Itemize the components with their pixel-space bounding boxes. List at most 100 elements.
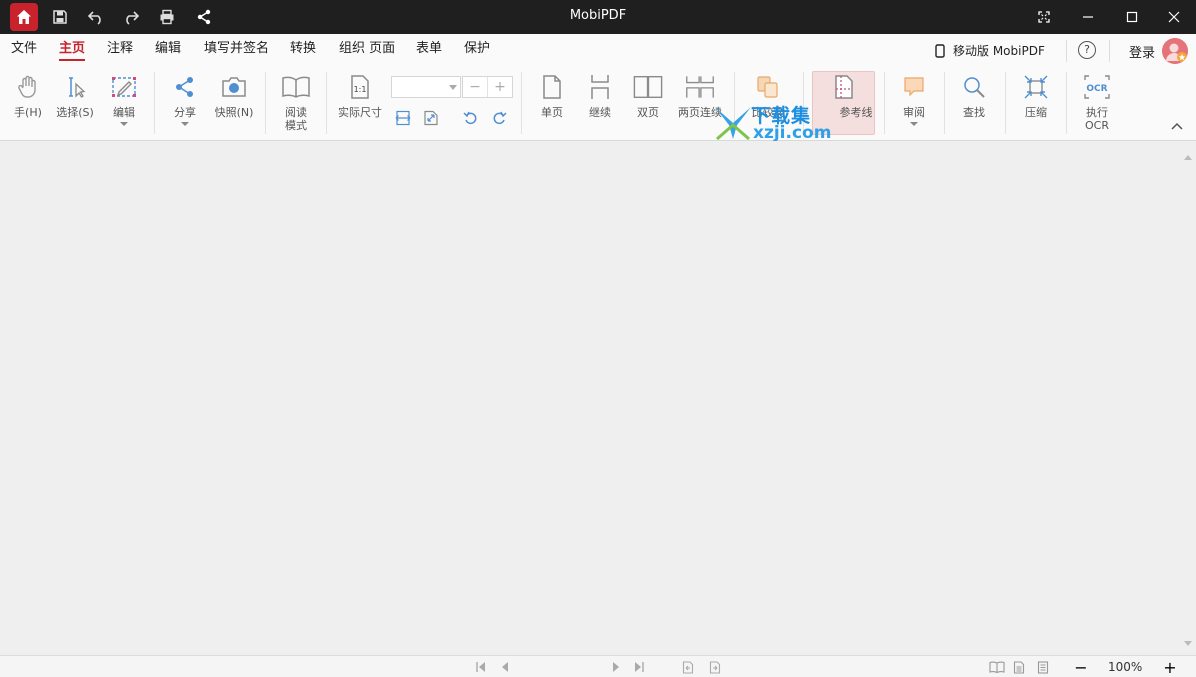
first-page-button[interactable] xyxy=(474,660,488,674)
zoom-percentage: 100% xyxy=(1108,660,1143,674)
reading-mode-label-line1: 阅读 xyxy=(285,106,307,119)
reading-mode-label-line2: 模式 xyxy=(285,119,307,132)
compare-documents-icon xyxy=(757,76,778,98)
edit-tool-button[interactable]: 编辑 xyxy=(108,72,140,126)
group-divider xyxy=(265,72,266,134)
ocr-button[interactable]: OCR 执行 OCR xyxy=(1081,72,1113,132)
fit-width-button[interactable] xyxy=(394,109,412,127)
single-page-button[interactable]: 单页 xyxy=(536,72,568,119)
print-button[interactable] xyxy=(156,6,178,28)
menu-forms[interactable]: 表单 xyxy=(416,41,442,61)
phone-icon xyxy=(935,43,945,58)
fullscreen-button[interactable] xyxy=(1022,0,1066,34)
status-zoom-in-button[interactable]: + xyxy=(1163,658,1177,677)
ocr-icon: OCR xyxy=(1084,75,1110,99)
title-bar: MobiPDF xyxy=(0,0,1196,34)
menu-file[interactable]: 文件 xyxy=(11,41,37,61)
menu-edit[interactable]: 编辑 xyxy=(155,41,181,61)
actual-size-icon: 1:1 xyxy=(351,75,369,99)
menu-home[interactable]: 主页 xyxy=(59,41,86,61)
find-button[interactable]: 查找 xyxy=(958,72,990,119)
mobile-version-link[interactable]: 移动版 MobiPDF xyxy=(935,42,1045,59)
scroll-down-button[interactable] xyxy=(1184,632,1192,651)
share-tool-label: 分享 xyxy=(174,106,196,119)
watermark-logo-icon xyxy=(715,107,751,141)
compress-button[interactable]: 压缩 xyxy=(1020,72,1052,119)
collapse-ribbon-button[interactable] xyxy=(1170,116,1186,130)
previous-view-button[interactable] xyxy=(681,660,695,674)
document-workspace[interactable] xyxy=(0,141,1196,655)
share-tool-button[interactable]: 分享 xyxy=(169,72,201,126)
edit-dropdown-caret[interactable] xyxy=(120,122,128,126)
continuous-view-button[interactable] xyxy=(1036,660,1050,674)
fit-page-button[interactable] xyxy=(422,109,440,127)
menu-convert[interactable]: 转换 xyxy=(290,41,316,61)
actual-size-button[interactable]: 1:1 实际尺寸 xyxy=(337,72,383,119)
edit-pen-icon xyxy=(112,77,136,97)
share-dropdown-caret[interactable] xyxy=(181,122,189,126)
previous-page-button[interactable] xyxy=(498,660,512,674)
avatar[interactable] xyxy=(1162,38,1188,64)
minimize-button[interactable] xyxy=(1066,0,1110,34)
last-page-button[interactable] xyxy=(632,660,646,674)
maximize-button[interactable] xyxy=(1110,0,1154,34)
ribbon-toolbar: 手(H) 选择(S) 编辑 分享 快照(N) 阅读 模式 1:1 实际尺寸 − + xyxy=(0,66,1196,141)
close-button[interactable] xyxy=(1152,0,1196,34)
reading-mode-button[interactable]: 阅读 模式 xyxy=(280,72,312,132)
hand-tool-button[interactable]: 手(H) xyxy=(12,72,44,119)
continuous-pages-icon xyxy=(591,75,609,99)
menu-fill-sign[interactable]: 填写并签名 xyxy=(204,41,269,61)
login-link[interactable]: 登录 xyxy=(1129,42,1155,61)
next-page-icon xyxy=(613,662,619,672)
zoom-level-select[interactable] xyxy=(391,76,461,98)
zoom-in-button[interactable]: + xyxy=(488,77,512,97)
review-dropdown-caret[interactable] xyxy=(910,122,918,126)
rotate-right-button[interactable] xyxy=(490,109,508,127)
help-button[interactable]: ? xyxy=(1078,41,1096,59)
close-icon xyxy=(1168,11,1180,23)
watermark-line2: xzji.com xyxy=(753,123,832,143)
menu-organize-pages[interactable]: 组织 页面 xyxy=(339,41,395,61)
comment-icon xyxy=(904,77,924,97)
home-button[interactable] xyxy=(10,3,38,31)
menu-bar: 文件 主页 注释 编辑 填写并签名 转换 组织 页面 表单 保护 移动版 Mob… xyxy=(0,34,1196,66)
continuous-button[interactable]: 继续 xyxy=(584,72,616,119)
menu-protect[interactable]: 保护 xyxy=(464,41,490,61)
two-page-label: 双页 xyxy=(637,106,659,119)
scroll-up-arrow-icon xyxy=(1184,155,1192,160)
zoom-stepper[interactable]: − + xyxy=(462,76,513,98)
zoom-out-button[interactable]: − xyxy=(463,77,488,97)
reading-view-button[interactable] xyxy=(988,660,1006,674)
group-divider xyxy=(884,72,885,134)
snapshot-button[interactable]: 快照(N) xyxy=(214,72,254,119)
rotate-left-button[interactable] xyxy=(462,109,480,127)
two-page-button[interactable]: 双页 xyxy=(630,72,666,119)
next-page-button[interactable] xyxy=(609,660,623,674)
page-forward-icon xyxy=(709,660,721,674)
status-bar: − 100% + xyxy=(0,655,1196,677)
edit-tool-label: 编辑 xyxy=(113,106,135,119)
select-tool-button[interactable]: 选择(S) xyxy=(56,72,94,119)
share-button[interactable] xyxy=(193,6,215,28)
undo-button[interactable] xyxy=(85,6,107,28)
status-zoom-out-button[interactable]: − xyxy=(1074,658,1088,677)
group-divider xyxy=(1005,72,1006,134)
find-label: 查找 xyxy=(963,106,985,119)
menu-annotate[interactable]: 注释 xyxy=(107,41,133,61)
mobile-version-label: 移动版 MobiPDF xyxy=(953,44,1045,58)
actual-size-label: 实际尺寸 xyxy=(338,106,382,119)
save-button[interactable] xyxy=(49,6,71,28)
redo-button[interactable] xyxy=(120,6,142,28)
review-button[interactable]: 审阅 xyxy=(898,72,930,126)
previous-page-icon xyxy=(502,662,508,672)
share-nodes-icon xyxy=(176,77,193,97)
chevron-up-icon xyxy=(1171,122,1183,130)
scroll-up-button[interactable] xyxy=(1184,145,1192,164)
snapshot-label: 快照(N) xyxy=(214,106,254,119)
ocr-label-line1: 执行 xyxy=(1085,106,1108,119)
next-view-button[interactable] xyxy=(708,660,722,674)
single-page-icon xyxy=(543,75,561,99)
minimize-icon xyxy=(1083,16,1093,18)
text-select-icon xyxy=(69,77,86,98)
single-page-view-button[interactable] xyxy=(1012,660,1026,674)
